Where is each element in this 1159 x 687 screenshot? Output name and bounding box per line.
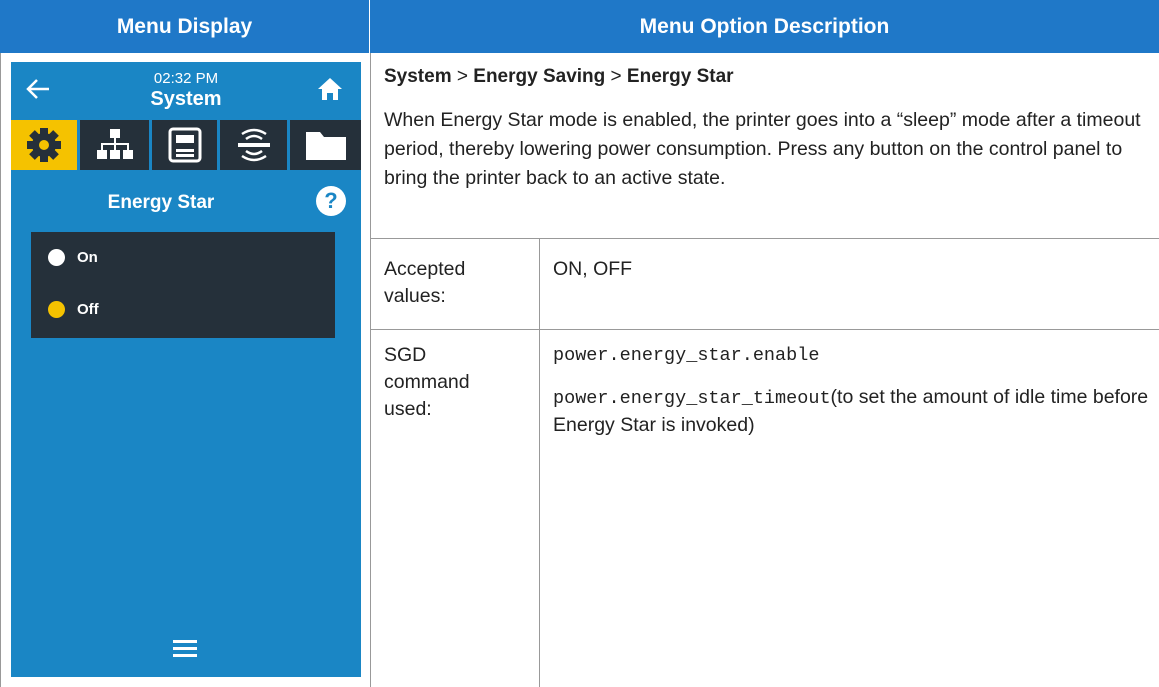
- row-divider-2: [370, 329, 1159, 330]
- row-divider-1: [370, 238, 1159, 239]
- home-icon[interactable]: [317, 76, 343, 102]
- radio-unselected-icon: [48, 248, 65, 266]
- breadcrumb: System > Energy Saving > Energy Star: [384, 66, 734, 88]
- folder-icon: [305, 132, 346, 160]
- tab-wireless[interactable]: [217, 120, 287, 170]
- header-menu-display: Menu Display: [0, 0, 370, 53]
- printer-display: 02:32 PM System Energy Star ? On Off: [11, 62, 361, 677]
- option-off[interactable]: Off: [31, 284, 335, 334]
- setting-header: Energy Star ?: [11, 170, 361, 230]
- breadcrumb-energy-star: Energy Star: [626, 66, 734, 87]
- column-divider: [370, 53, 371, 687]
- tab-network[interactable]: [77, 120, 149, 170]
- top-bar: 02:32 PM System: [11, 62, 361, 120]
- accepted-values: ON, OFF: [553, 258, 633, 280]
- hamburger-menu-icon[interactable]: [173, 640, 197, 661]
- option-label: On: [77, 248, 98, 266]
- table-border-left: [0, 53, 1, 687]
- breadcrumb-separator: >: [451, 66, 474, 87]
- wireless-icon: [237, 128, 270, 162]
- breadcrumb-separator: >: [605, 66, 627, 87]
- clock: 02:32 PM: [153, 70, 219, 87]
- sgd-command-timeout: power.energy_star_timeout(to set the amo…: [553, 384, 1153, 439]
- network-icon: [96, 129, 133, 159]
- option-on[interactable]: On: [31, 232, 335, 282]
- menu-tabs: [11, 120, 361, 170]
- help-icon[interactable]: ?: [316, 186, 346, 216]
- screen-title: System: [150, 88, 222, 110]
- tab-storage[interactable]: [287, 120, 361, 170]
- row-label-divider: [539, 238, 540, 687]
- header-menu-option-description: Menu Option Description: [370, 0, 1159, 53]
- sgd-command-label: SGD command used:: [384, 344, 470, 420]
- tab-print[interactable]: [149, 120, 217, 170]
- radio-selected-icon: [48, 300, 65, 318]
- breadcrumb-system: System: [384, 66, 452, 87]
- gear-icon: [27, 128, 61, 162]
- option-list: On Off: [31, 232, 335, 338]
- sgd-command-timeout-code: power.energy_star_timeout: [553, 388, 831, 409]
- description: When Energy Star mode is enabled, the pr…: [384, 109, 1141, 189]
- setting-title: Energy Star: [107, 192, 215, 213]
- sgd-command-enable: power.energy_star.enable: [553, 345, 820, 366]
- breadcrumb-energy-saving: Energy Saving: [473, 66, 606, 87]
- option-label: Off: [77, 300, 99, 318]
- accepted-values-label: Accepted values:: [384, 258, 466, 307]
- printer-icon: [168, 127, 201, 163]
- tab-settings[interactable]: [11, 120, 77, 170]
- menu-table: Menu Display Menu Option Description 02:…: [0, 0, 1159, 687]
